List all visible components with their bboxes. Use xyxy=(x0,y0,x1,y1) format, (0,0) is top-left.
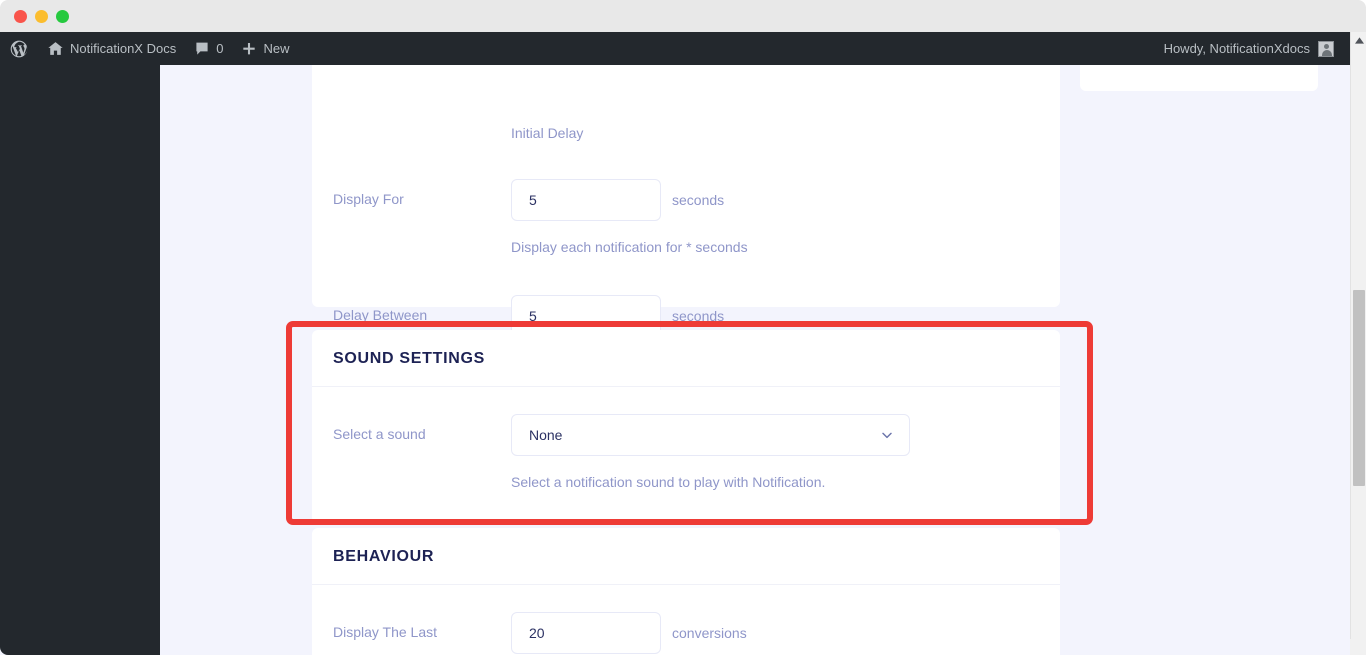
timing-settings-card: Initial Delay Display For seconds Displa… xyxy=(312,65,1060,371)
howdy-label: Howdy, NotificationXdocs xyxy=(1163,41,1310,56)
new-content-label: New xyxy=(263,41,290,56)
sound-select[interactable]: None xyxy=(511,414,910,456)
display-for-input[interactable] xyxy=(511,179,661,221)
delay-between-unit: seconds xyxy=(672,308,725,324)
display-for-unit: seconds xyxy=(672,192,725,208)
display-the-last-row: Display The Last conversions xyxy=(312,612,1060,654)
scroll-up-arrow-icon[interactable] xyxy=(1351,32,1366,48)
minimize-button[interactable] xyxy=(35,10,48,23)
display-the-last-input[interactable] xyxy=(511,612,661,654)
initial-delay-spacer xyxy=(333,125,511,137)
window-titlebar xyxy=(0,0,1366,32)
sound-settings-header: SOUND SETTINGS xyxy=(312,330,1060,387)
vertical-scrollbar[interactable] xyxy=(1350,32,1366,655)
behaviour-title: BEHAVIOUR xyxy=(333,548,435,565)
delay-between-label: Delay Between xyxy=(333,307,428,323)
select-sound-label: Select a sound xyxy=(333,426,426,442)
initial-delay-row: Initial Delay xyxy=(312,125,1060,141)
close-button[interactable] xyxy=(14,10,27,23)
display-for-hint: Display each notification for * seconds xyxy=(511,239,748,255)
new-content-menu[interactable]: New xyxy=(232,32,298,65)
sound-select-wrapper[interactable]: None xyxy=(511,414,910,456)
behaviour-settings-card: BEHAVIOUR Display The Last conversions xyxy=(312,528,1060,655)
display-the-last-label: Display The Last xyxy=(333,624,438,640)
display-for-row: Display For seconds Display each notific… xyxy=(312,179,1060,255)
wordpress-logo-menu[interactable] xyxy=(0,32,38,65)
sound-select-value: None xyxy=(529,427,563,443)
chevron-down-icon[interactable] xyxy=(879,427,895,443)
user-avatar-icon xyxy=(1318,40,1334,57)
plus-icon xyxy=(241,41,257,57)
sound-settings-title: SOUND SETTINGS xyxy=(333,350,486,367)
initial-delay-hint: Initial Delay xyxy=(511,125,584,141)
comments-menu[interactable]: 0 xyxy=(185,32,232,65)
scrollbar-corner xyxy=(1350,639,1366,655)
sound-settings-card: SOUND SETTINGS Select a sound None Selec… xyxy=(312,330,1060,523)
display-for-label: Display For xyxy=(333,191,404,207)
page-content: Increase Sales in 2020 Initial Delay Dis… xyxy=(160,65,1350,655)
notification-preview-card: Increase Sales in 2020 xyxy=(1080,65,1318,91)
scrollbar-thumb[interactable] xyxy=(1353,290,1365,486)
site-name-menu[interactable]: NotificationX Docs xyxy=(38,32,185,65)
wp-admin-sidebar[interactable] xyxy=(0,65,160,655)
comment-bubble-icon xyxy=(194,41,210,57)
zoom-button[interactable] xyxy=(56,10,69,23)
home-icon xyxy=(47,40,64,57)
window-controls xyxy=(14,10,69,23)
select-sound-row: Select a sound None Select a notificatio… xyxy=(312,414,1060,490)
my-account-menu[interactable]: Howdy, NotificationXdocs xyxy=(1164,32,1336,65)
comments-count: 0 xyxy=(216,41,224,56)
behaviour-header: BEHAVIOUR xyxy=(312,528,1060,585)
page-viewport: Increase Sales in 2020 Initial Delay Dis… xyxy=(0,65,1350,655)
wp-admin-bar: NotificationX Docs 0 New Howdy, Notifica… xyxy=(0,32,1366,65)
display-the-last-unit: conversions xyxy=(672,625,747,641)
sound-select-hint: Select a notification sound to play with… xyxy=(511,474,826,490)
wordpress-logo-icon xyxy=(9,39,29,59)
site-name-label: NotificationX Docs xyxy=(70,41,177,56)
app-screenshot: NotificationX Docs 0 New Howdy, Notifica… xyxy=(0,0,1366,655)
